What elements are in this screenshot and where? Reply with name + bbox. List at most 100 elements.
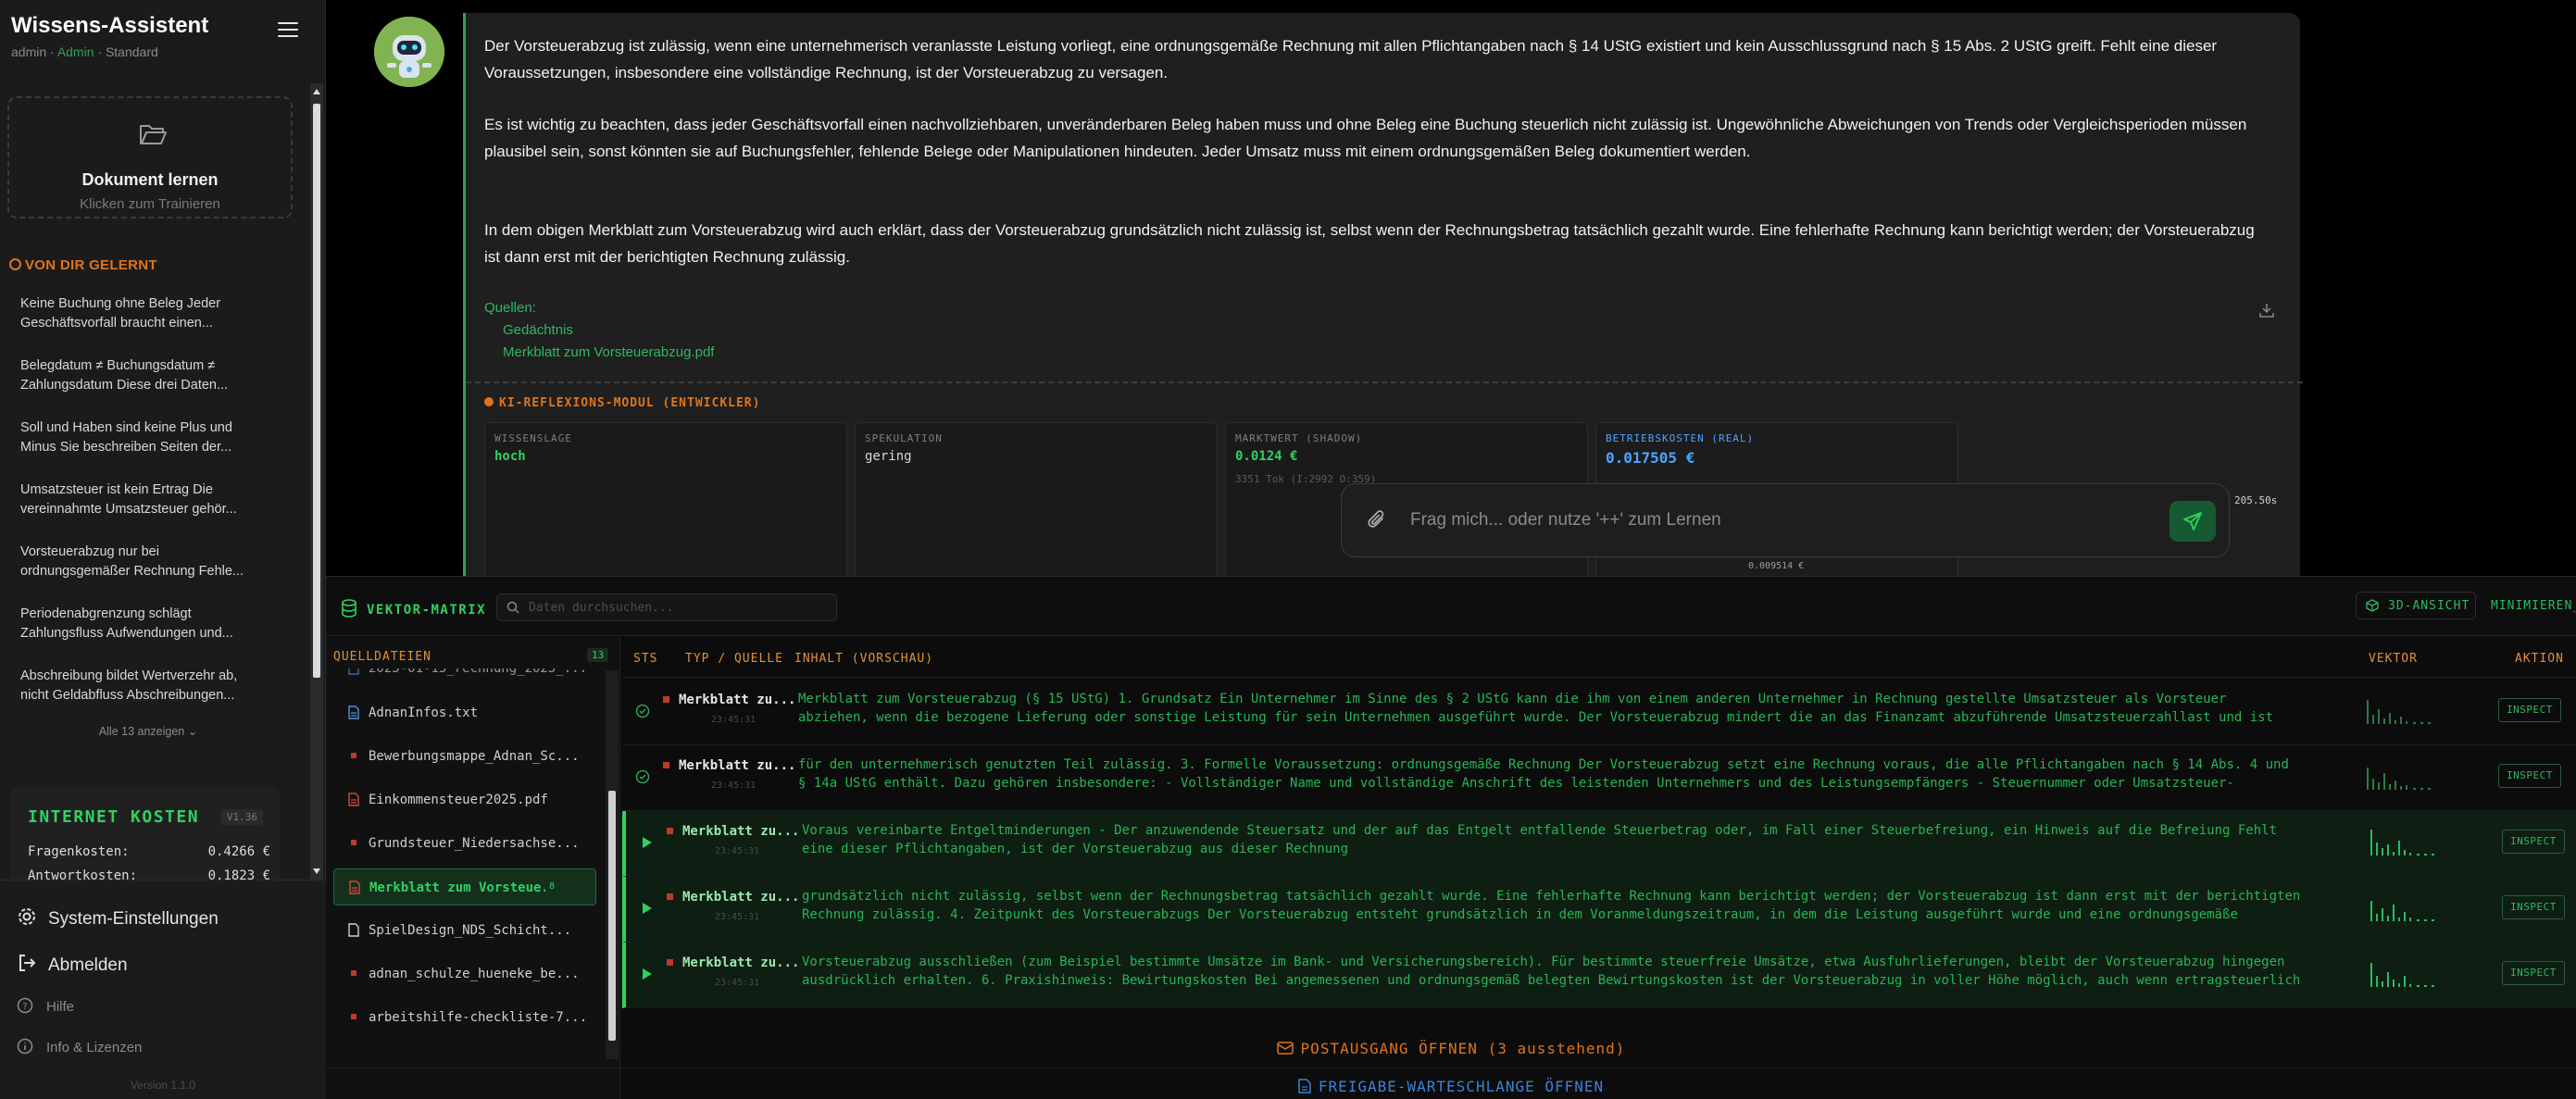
dot-red-icon xyxy=(351,1014,356,1019)
logout-link[interactable]: Abmelden xyxy=(17,953,128,976)
menu-icon[interactable] xyxy=(278,22,298,39)
inspect-button[interactable]: INSPECT xyxy=(2502,830,2565,854)
sidebar-scroll-area: Dokument lernen Klicken zum Trainieren V… xyxy=(0,83,310,880)
paperclip-icon[interactable] xyxy=(1366,508,1388,532)
file-item-selected[interactable]: Merkblatt zum Vorsteue... 8 xyxy=(333,868,596,905)
inspect-button[interactable]: INSPECT xyxy=(2502,961,2565,985)
table-row[interactable]: Merkblatt zu... 23:45:31 Merkblatt zum V… xyxy=(622,680,2576,745)
cost-value: 0.1823 € xyxy=(207,868,270,880)
app-title: Wissens-Assistent xyxy=(11,13,209,38)
table-row[interactable]: Merkblatt zu... 23:45:31 für den unterne… xyxy=(622,745,2576,811)
file-dot-icon xyxy=(667,893,673,900)
learned-item[interactable]: Keine Buchung ohne Beleg Jeder Geschäfts… xyxy=(20,294,252,333)
vector-sparkline xyxy=(2370,963,2434,987)
table-row[interactable]: Merkblatt zu... 23:45:31 grundsätzlich n… xyxy=(622,877,2576,943)
file-name: adnan_schulze_hueneke_be... xyxy=(369,967,580,981)
outbox-button[interactable]: POSTAUSGANG ÖFFNEN (3 ausstehend) xyxy=(326,1030,2576,1068)
reflection-value: 0.017505 € xyxy=(1606,449,1695,467)
approval-queue-button[interactable]: FREIGABE-WARTESCHLANGE ÖFFNEN xyxy=(326,1068,2576,1099)
reflection-label: SPEKULATION xyxy=(865,432,943,444)
row-content: grundsätzlich nicht zulässig, selbst wen… xyxy=(802,889,2301,922)
column-header[interactable]: TYP / QUELLE xyxy=(685,652,783,666)
settings-link[interactable]: System-Einstellungen xyxy=(17,906,219,930)
column-header[interactable]: STS xyxy=(633,652,657,666)
file-item[interactable]: Grundsteuer_Niedersachse... xyxy=(333,825,596,862)
file-item[interactable]: Einkommensteuer2025.pdf xyxy=(333,781,596,818)
learned-item[interactable]: Umsatzsteuer ist kein Ertrag Die vereinn… xyxy=(20,481,252,519)
file-name: AdnanInfos.txt xyxy=(369,706,479,720)
file-list-scrollbar[interactable] xyxy=(606,670,619,1059)
vector-search-input[interactable] xyxy=(529,598,825,617)
reflection-title: KI-REFLEXIONS-MODUL (ENTWICKLER) xyxy=(484,396,760,410)
show-all-link[interactable]: Alle 13 anzeigen ⌄ xyxy=(0,724,296,738)
vector-sparkline xyxy=(2370,901,2434,921)
cost-small: 0.009514 € xyxy=(1748,561,1805,571)
app-version: Version 1.1.0 xyxy=(130,1079,196,1092)
robot-icon xyxy=(374,17,444,87)
inspect-button[interactable]: INSPECT xyxy=(2498,764,2561,788)
table-row[interactable]: Merkblatt zu... 23:45:31 Voraus vereinba… xyxy=(622,811,2576,877)
column-header[interactable]: INHALT (VORSCHAU) xyxy=(794,652,933,666)
learned-item[interactable]: Soll und Haben sind keine Plus und Minus… xyxy=(20,418,252,457)
search-icon xyxy=(506,601,519,614)
row-type-label: Merkblatt zu... xyxy=(682,890,800,905)
file-name: Bewerbungsmappe_Adnan_Sc... xyxy=(369,749,580,764)
row-content: Merkblatt zum Vorsteuerabzug (§ 15 UStG)… xyxy=(798,692,2274,725)
play-icon xyxy=(643,837,652,848)
column-header[interactable]: AKTION xyxy=(2515,652,2564,666)
learned-item[interactable]: Periodenabgrenzung schlägt Zahlungsfluss… xyxy=(20,605,252,643)
file-item[interactable]: AdnanInfos.txt xyxy=(333,694,596,731)
learn-document-button[interactable]: Dokument lernen Klicken zum Trainieren xyxy=(7,96,293,219)
logout-icon xyxy=(19,955,36,971)
check-circle-icon xyxy=(635,704,650,718)
send-button[interactable] xyxy=(2170,501,2216,542)
download-icon[interactable] xyxy=(2258,302,2275,318)
minimize-button[interactable]: MINIMIEREN_ xyxy=(2491,599,2576,613)
dot-red-icon xyxy=(351,970,356,976)
inspect-button[interactable]: INSPECT xyxy=(2498,698,2561,722)
file-name: Einkommensteuer2025.pdf xyxy=(369,793,548,807)
table-row[interactable]: Merkblatt zu... 23:45:31 Vorsteuerabzug … xyxy=(622,943,2576,1008)
file-item[interactable]: Bewerbungsmappe_Adnan_Sc... xyxy=(333,738,596,775)
chat-input[interactable] xyxy=(1410,503,2114,538)
play-icon xyxy=(643,968,652,980)
user-name: admin xyxy=(11,44,47,59)
vector-search xyxy=(496,593,837,621)
vector-sparkline xyxy=(2367,768,2431,790)
file-item[interactable]: SpielDesign_NDS_Schicht... xyxy=(333,912,596,949)
file-item[interactable]: adnan_schulze_hueneke_be... xyxy=(333,955,596,993)
help-link[interactable]: ? Hilfe xyxy=(17,997,74,1015)
version-badge: V1.36 xyxy=(220,809,263,825)
chevron-down-icon: ⌄ xyxy=(187,725,198,738)
vector-matrix-panel: VEKTOR-MATRIX 3D-ANSICHT MINIMIEREN_ QUE… xyxy=(326,576,2576,1099)
row-type-label: Merkblatt zu... xyxy=(682,955,800,970)
3d-view-button[interactable]: 3D-ANSICHT xyxy=(2356,592,2476,619)
cost-label: Fragenkosten: xyxy=(28,844,130,859)
learned-item[interactable]: Abschreibung bildet Wertverzehr ab, nich… xyxy=(20,667,252,706)
row-type: Merkblatt zu... xyxy=(667,890,799,905)
reflection-value: gering xyxy=(865,449,912,464)
file-blue-icon xyxy=(348,706,359,719)
info-label: Info & Lizenzen xyxy=(46,1040,143,1055)
source-link[interactable]: Gedächtnis xyxy=(503,322,573,338)
row-type-label: Merkblatt zu... xyxy=(682,824,800,839)
file-item[interactable]: 2025-01-15_rechnung_2025_... xyxy=(333,668,596,687)
sidebar-scrollbar[interactable] xyxy=(310,83,323,880)
user-role: Admin xyxy=(56,44,94,59)
learned-item[interactable]: Vorsteuerabzug nur bei ordnungsgemäßer R… xyxy=(20,543,252,581)
vector-sparkline xyxy=(2370,830,2434,855)
file-name: Merkblatt zum Vorsteue... xyxy=(369,880,545,895)
cost-panel: INTERNET KOSTEN V1.36 Fragenkosten: 0.426… xyxy=(11,787,280,880)
settings-label: System-Einstellungen xyxy=(48,909,219,929)
column-header[interactable]: VEKTOR xyxy=(2369,652,2418,666)
source-link[interactable]: Merkblatt zum Vorsteuerabzug.pdf xyxy=(503,344,714,360)
message-paragraph: Es ist wichtig zu beachten, dass jeder G… xyxy=(484,116,2247,160)
row-type-label: Merkblatt zu... xyxy=(679,758,796,773)
send-icon xyxy=(2183,512,2202,531)
info-link[interactable]: Info & Lizenzen xyxy=(17,1038,142,1055)
inspect-button[interactable]: INSPECT xyxy=(2502,895,2565,919)
3d-view-label: 3D-ANSICHT xyxy=(2388,599,2470,613)
chat-area: Der Vorsteuerabzug ist zulässig, wenn ei… xyxy=(326,0,2576,589)
file-dot-icon xyxy=(663,762,669,768)
learned-item[interactable]: Belegdatum ≠ Buchungsdatum ≠ Zahlungsdat… xyxy=(20,356,252,395)
